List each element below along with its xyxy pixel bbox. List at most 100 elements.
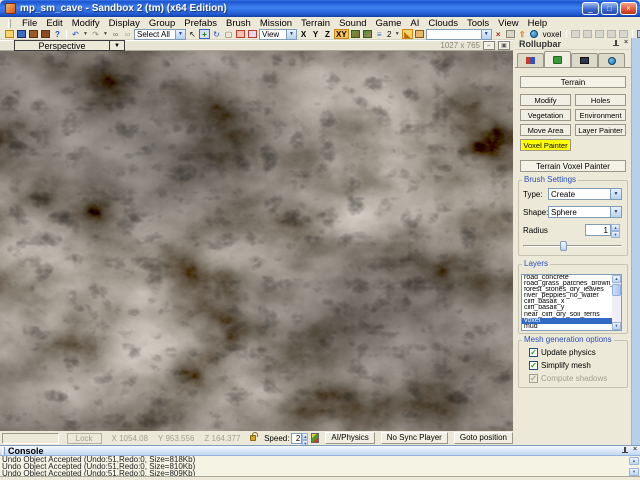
scroll-thumb[interactable] <box>612 284 621 296</box>
ruler-icon[interactable] <box>247 29 258 39</box>
pin-icon[interactable] <box>621 446 629 455</box>
console-grip[interactable] <box>2 447 5 455</box>
spinner-up-icon[interactable]: ▲ <box>611 224 620 231</box>
camera-dropdown-button[interactable]: ▼ <box>110 40 125 51</box>
axis-z-button[interactable]: Z <box>322 29 333 39</box>
pointer-icon[interactable]: ↖ <box>187 29 198 39</box>
holes-button[interactable]: Holes <box>575 94 626 106</box>
scroll-up-icon[interactable]: ▲ <box>629 457 639 465</box>
terrain-voxel-painter-header[interactable]: Terrain Voxel Painter <box>520 160 626 172</box>
close-console-icon[interactable]: × <box>630 446 640 455</box>
brush-radius-input[interactable]: 1 <box>585 224 611 236</box>
speed-spinner[interactable]: ▲ ▼ <box>302 433 308 444</box>
panel-scroll-strip[interactable] <box>631 38 640 445</box>
brush-radius-slider[interactable] <box>523 241 622 251</box>
scroll-down-icon[interactable]: ▼ <box>612 322 621 330</box>
object-filter-input[interactable]: ▼ <box>426 29 492 40</box>
select-filter-combo[interactable]: Select All ▼ <box>134 29 186 40</box>
tab-objects[interactable] <box>517 53 544 67</box>
menu-item-prefabs[interactable]: Prefabs <box>184 18 217 29</box>
menu-item-terrain[interactable]: Terrain <box>301 18 330 29</box>
menu-item-ai[interactable]: AI <box>410 18 419 29</box>
spinner-up-icon[interactable]: ▲ <box>302 433 308 440</box>
layer-painter-button[interactable]: Layer Painter <box>575 124 626 136</box>
restore-button[interactable]: □ <box>601 2 618 15</box>
select-object-icon[interactable] <box>235 29 246 39</box>
brush-type-select[interactable]: Create ▼ <box>548 188 622 200</box>
pin-icon[interactable] <box>612 39 620 48</box>
undo-icon[interactable]: ↶ <box>70 29 81 39</box>
axis-x-button[interactable]: X <box>298 29 309 39</box>
no-sync-player-button[interactable]: No Sync Player <box>381 432 448 444</box>
menu-item-modify[interactable]: Modify <box>72 18 100 29</box>
menu-item-group[interactable]: Group <box>149 18 175 29</box>
open-file-icon[interactable] <box>4 29 15 39</box>
layer-list-icon[interactable]: ≡ <box>374 29 385 39</box>
slider-thumb[interactable] <box>560 241 567 251</box>
tab-terrain[interactable] <box>544 51 571 67</box>
modify-button[interactable]: Modify <box>520 94 571 106</box>
menu-item-clouds[interactable]: Clouds <box>428 18 458 29</box>
move-area-button[interactable]: Move Area <box>520 124 571 136</box>
redo-icon[interactable]: ↷ <box>90 29 101 39</box>
angle-snap-icon[interactable]: ◣ <box>402 29 413 39</box>
lock-selection-button[interactable]: Lock Selection <box>67 433 102 444</box>
help-icon[interactable]: ? <box>52 29 63 39</box>
menu-item-tools[interactable]: Tools <box>467 18 489 29</box>
close-panel-icon[interactable]: × <box>621 39 631 48</box>
voxel-painter-button[interactable]: Voxel Painter <box>520 139 571 151</box>
checkbox-checked-icon[interactable]: ✓ <box>529 361 538 370</box>
vegetation-button[interactable]: Vegetation <box>520 109 571 121</box>
brush-shape-select[interactable]: Sphere ▼ <box>548 206 622 218</box>
terrain-rollup-header[interactable]: Terrain <box>520 76 626 88</box>
viewport-canvas[interactable] <box>0 51 513 431</box>
checkbox-checked-icon[interactable]: ✓ <box>529 348 538 357</box>
layers-scrollbar[interactable]: ▲ ▼ <box>612 275 621 330</box>
terrain-snap-icon[interactable] <box>311 433 319 443</box>
rotate-icon[interactable]: ↻ <box>211 29 222 39</box>
tab-display[interactable] <box>571 53 598 67</box>
spinner-down-icon[interactable]: ▼ <box>611 231 620 238</box>
minimize-button[interactable]: _ <box>582 2 599 15</box>
axis-y-button[interactable]: Y <box>310 29 321 39</box>
layer-item[interactable]: mud <box>522 324 621 330</box>
console-log[interactable]: Undo Object Accepted (Undo:51,Redo:0, Si… <box>0 456 640 477</box>
viewport-settings-icon[interactable]: ⌐ <box>483 41 495 50</box>
save-icon[interactable] <box>16 29 27 39</box>
tab-layers[interactable] <box>598 53 625 67</box>
menu-item-file[interactable]: File <box>22 18 37 29</box>
scroll-down-icon[interactable]: ▼ <box>629 468 639 476</box>
menu-item-sound[interactable]: Sound <box>339 18 366 29</box>
brush-radius-spinner[interactable]: ▲ ▼ <box>611 224 620 236</box>
export-selected-icon[interactable] <box>40 29 51 39</box>
scroll-track[interactable] <box>612 297 621 322</box>
undo-dropdown-icon[interactable]: ▼ <box>82 29 89 39</box>
lock-icon[interactable] <box>250 435 256 441</box>
menu-item-brush[interactable]: Brush <box>226 18 251 29</box>
scroll-up-icon[interactable]: ▲ <box>612 275 621 283</box>
menu-item-mission[interactable]: Mission <box>260 18 292 29</box>
environment-button[interactable]: Environment <box>575 109 626 121</box>
ai-physics-button[interactable]: AI/Physics <box>325 432 374 444</box>
speed-input[interactable]: 2 <box>291 433 302 444</box>
terrain-texture-icon[interactable] <box>350 29 361 39</box>
link-icon[interactable]: ∞ <box>110 29 121 39</box>
camera-combo[interactable]: Perspective <box>14 40 110 51</box>
deselect-icon[interactable]: × <box>493 29 504 39</box>
update-physics-checkbox-row[interactable]: ✓ Update physics <box>529 348 596 357</box>
menu-item-display[interactable]: Display <box>109 18 140 29</box>
unlink-icon[interactable]: ∞ <box>122 29 133 39</box>
close-button[interactable]: × <box>620 2 637 15</box>
menu-item-help[interactable]: Help <box>528 18 548 29</box>
simplify-mesh-checkbox-row[interactable]: ✓ Simplify mesh <box>529 361 591 370</box>
layer-list-dropdown-icon[interactable]: ▼ <box>394 29 401 39</box>
axis-xy-button[interactable]: XY <box>334 29 349 39</box>
scale-icon[interactable]: ▢ <box>223 29 234 39</box>
console-scrollbar[interactable]: ▲ ▼ <box>629 457 639 476</box>
menu-item-view[interactable]: View <box>498 18 518 29</box>
terrain-texture-icon-2[interactable] <box>362 29 373 39</box>
viewport-maximize-icon[interactable]: ▣ <box>498 41 510 50</box>
move-icon[interactable]: + <box>199 29 210 39</box>
material-icon[interactable] <box>414 29 425 39</box>
export-icon[interactable] <box>28 29 39 39</box>
